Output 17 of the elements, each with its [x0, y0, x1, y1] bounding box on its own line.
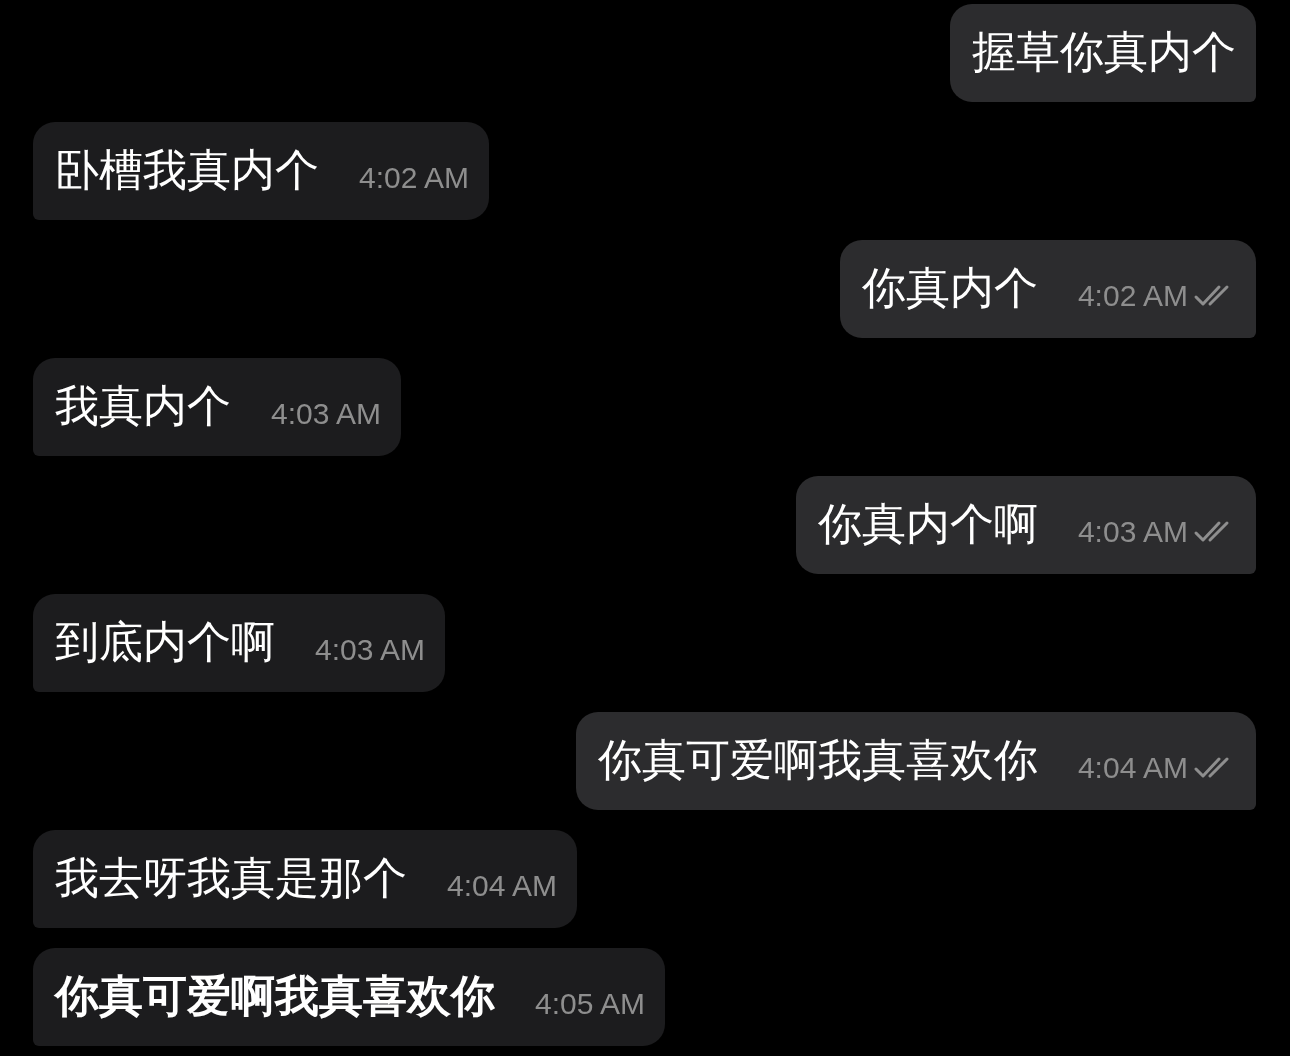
message-text: 握草你真内个 — [972, 25, 1236, 79]
message-text: 我去呀我真是那个 — [55, 851, 407, 905]
message-text: 你真内个啊 — [817, 497, 1038, 551]
message-time: 4:03 AM — [1077, 514, 1188, 550]
message-text: 到底内个啊 — [55, 615, 275, 669]
message-text: 你真内个 — [861, 261, 1038, 315]
message-time: 4:02 AM — [359, 160, 470, 196]
message-time: 4:05 AM — [535, 986, 646, 1022]
message-time: 4:04 AM — [447, 868, 558, 904]
message-text: 我真内个 — [55, 379, 231, 433]
message-text: 卧槽我真内个 — [55, 143, 319, 197]
message-text: 你真可爱啊我真喜欢你 — [55, 969, 495, 1023]
message-time: 4:03 AM — [271, 396, 382, 432]
message-text: 你真可爱啊我真喜欢你 — [597, 733, 1038, 787]
message-time: 4:03 AM — [315, 632, 426, 668]
message-time: 4:02 AM — [1077, 278, 1188, 314]
message-time: 4:04 AM — [1077, 750, 1188, 786]
